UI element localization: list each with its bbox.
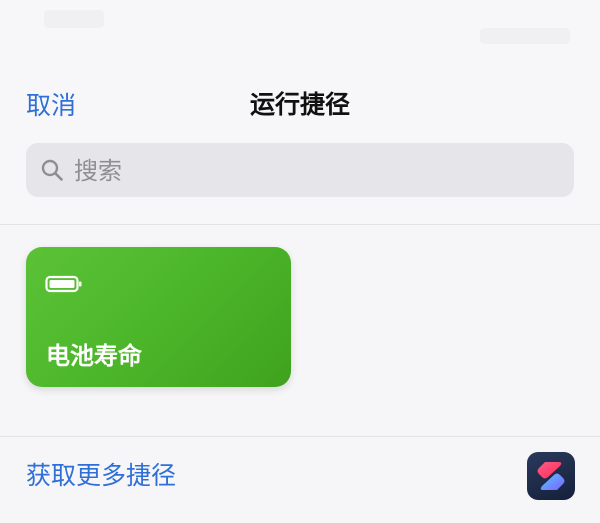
- status-time: [44, 10, 104, 28]
- search-bar[interactable]: [26, 143, 574, 197]
- status-bar: [0, 0, 600, 62]
- search-input[interactable]: [72, 152, 556, 190]
- bottom-strip: [0, 510, 600, 523]
- page-title: 运行捷径: [249, 90, 350, 119]
- divider: [0, 436, 600, 437]
- shortcut-card-label: 电池寿命: [46, 342, 142, 370]
- get-more-shortcuts-link[interactable]: 获取更多捷径: [26, 458, 176, 494]
- status-icons: [480, 28, 570, 44]
- search-icon: [40, 158, 64, 182]
- header-panel: 取消 运行捷径: [0, 0, 600, 225]
- shortcut-card-battery-life[interactable]: 电池寿命: [26, 247, 291, 387]
- shortcuts-app-icon[interactable]: [527, 452, 575, 500]
- battery-icon: [45, 275, 83, 293]
